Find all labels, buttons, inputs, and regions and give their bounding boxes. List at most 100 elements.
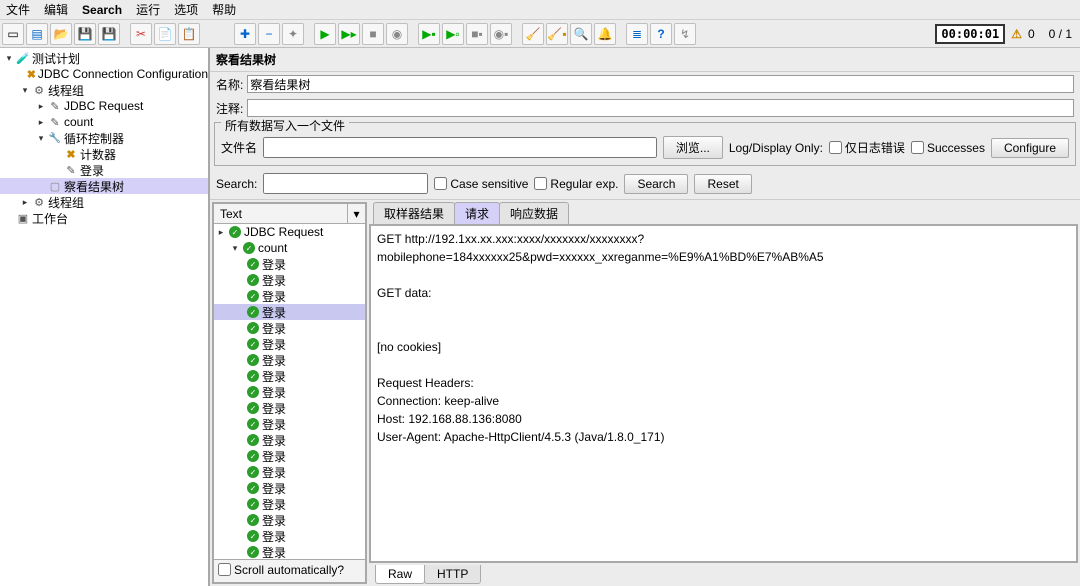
search-input[interactable] <box>263 173 428 194</box>
shutdown-button[interactable]: ◉ <box>386 23 408 45</box>
result-parent[interactable]: ▸✓JDBC Request <box>214 224 365 240</box>
errors-only-checkbox[interactable]: 仅日志错误 <box>829 139 905 156</box>
heap-dump-button[interactable]: ↯ <box>674 23 696 45</box>
tree-node[interactable]: 工作台 <box>0 210 208 226</box>
scroll-auto-checkbox[interactable]: Scroll automatically? <box>218 563 344 577</box>
expand-button[interactable]: ✚ <box>234 23 256 45</box>
tree-toggle[interactable]: ▸ <box>20 197 30 208</box>
templates-button[interactable]: ▤ <box>26 23 48 45</box>
tree-node[interactable]: ▾循环控制器 <box>0 130 208 146</box>
function-helper-button[interactable]: ≣ <box>626 23 648 45</box>
test-plan-tree[interactable]: ▾ 测试计划JDBC Connection Configuration▾线程组▸J… <box>0 48 210 586</box>
tree-toggle[interactable]: ▸ <box>36 117 46 128</box>
tree-label: 测试计划 <box>32 50 80 67</box>
detail-tab[interactable]: 取样器结果 <box>373 202 455 224</box>
tree-toggle[interactable]: ▾ <box>20 85 30 96</box>
save-button[interactable]: 💾 <box>74 23 96 45</box>
name-input[interactable] <box>247 75 1074 93</box>
toggle-button[interactable]: ✦ <box>282 23 304 45</box>
results-body[interactable]: ▸✓JDBC Request▾✓count✓登录✓登录✓登录✓登录✓登录✓登录✓… <box>214 224 365 559</box>
result-item[interactable]: ✓登录 <box>214 256 365 272</box>
menu-file[interactable]: 文件 <box>6 1 30 18</box>
flask-icon <box>16 51 30 65</box>
detail-tab[interactable]: 请求 <box>454 202 500 224</box>
result-item[interactable]: ✓登录 <box>214 432 365 448</box>
successes-checkbox[interactable]: Successes <box>911 141 985 155</box>
result-item[interactable]: ✓登录 <box>214 352 365 368</box>
result-item[interactable]: ✓登录 <box>214 544 365 559</box>
regex-checkbox[interactable]: Regular exp. <box>534 177 618 191</box>
result-item[interactable]: ✓登录 <box>214 304 365 320</box>
cut-button[interactable]: ✂ <box>130 23 152 45</box>
tree-node[interactable]: ▾ 测试计划 <box>0 50 208 66</box>
copy-button[interactable]: 📄 <box>154 23 176 45</box>
result-item[interactable]: ✓登录 <box>214 272 365 288</box>
start-button[interactable]: ▶ <box>314 23 336 45</box>
case-sensitive-checkbox[interactable]: Case sensitive <box>434 177 528 191</box>
search-label: Search: <box>216 177 257 191</box>
tree-node[interactable]: 登录 <box>0 162 208 178</box>
remote-start-all-button[interactable]: ▶▫ <box>442 23 464 45</box>
menu-options[interactable]: 选项 <box>174 1 198 18</box>
save-as-button[interactable]: 💾 <box>98 23 120 45</box>
detail-tab[interactable]: 响应数据 <box>499 202 569 224</box>
menu-help[interactable]: 帮助 <box>212 1 236 18</box>
comment-input[interactable] <box>247 99 1074 117</box>
tree-toggle[interactable]: ▾ <box>4 53 14 64</box>
result-item[interactable]: ✓登录 <box>214 320 365 336</box>
remote-stop-button[interactable]: ■▪ <box>466 23 488 45</box>
result-item[interactable]: ✓登录 <box>214 528 365 544</box>
menu-search[interactable]: Search <box>82 3 122 17</box>
tree-node[interactable]: ▸JDBC Request <box>0 98 208 114</box>
clear-button[interactable]: 🧹 <box>522 23 544 45</box>
result-toggle[interactable]: ▸ <box>216 227 226 238</box>
result-item[interactable]: ✓登录 <box>214 448 365 464</box>
tree-node[interactable]: 察看结果树 <box>0 178 208 194</box>
configure-button[interactable]: Configure <box>991 138 1069 158</box>
reset-search-button[interactable]: 🔔 <box>594 23 616 45</box>
new-button[interactable]: ▭ <box>2 23 24 45</box>
result-item[interactable]: ✓登录 <box>214 288 365 304</box>
remote-start-button[interactable]: ▶▪ <box>418 23 440 45</box>
tree-node[interactable]: JDBC Connection Configuration <box>0 66 208 82</box>
menu-run[interactable]: 运行 <box>136 1 160 18</box>
clear-all-button[interactable]: 🧹▪ <box>546 23 568 45</box>
do-search-button[interactable]: Search <box>624 174 688 194</box>
result-parent[interactable]: ▾✓count <box>214 240 365 256</box>
tree-node[interactable]: ▸线程组 <box>0 194 208 210</box>
result-item[interactable]: ✓登录 <box>214 496 365 512</box>
menu-edit[interactable]: 编辑 <box>44 1 68 18</box>
start-no-timers-button[interactable]: ▶▸ <box>338 23 360 45</box>
result-item[interactable]: ✓登录 <box>214 336 365 352</box>
tree-toggle[interactable]: ▸ <box>36 101 46 112</box>
search-button[interactable]: 🔍 <box>570 23 592 45</box>
counter-icon <box>64 147 78 161</box>
result-item[interactable]: ✓登录 <box>214 480 365 496</box>
comment-label: 注释: <box>216 100 243 117</box>
filename-input[interactable] <box>263 137 657 158</box>
success-icon: ✓ <box>247 434 259 446</box>
tree-node[interactable]: ▾线程组 <box>0 82 208 98</box>
result-item[interactable]: ✓登录 <box>214 384 365 400</box>
paste-button[interactable]: 📋 <box>178 23 200 45</box>
result-item[interactable]: ✓登录 <box>214 416 365 432</box>
request-detail[interactable]: GET http://192.1xx.xx.xxx:xxxx/xxxxxxx/x… <box>369 225 1078 563</box>
open-button[interactable]: 📂 <box>50 23 72 45</box>
result-toggle[interactable]: ▾ <box>230 243 240 254</box>
collapse-button[interactable]: − <box>258 23 280 45</box>
stop-button[interactable]: ■ <box>362 23 384 45</box>
browse-button[interactable]: 浏览... <box>663 136 723 159</box>
result-item[interactable]: ✓登录 <box>214 368 365 384</box>
remote-shutdown-button[interactable]: ◉▪ <box>490 23 512 45</box>
reset-button[interactable]: Reset <box>694 174 751 194</box>
result-item[interactable]: ✓登录 <box>214 464 365 480</box>
result-item[interactable]: ✓登录 <box>214 512 365 528</box>
result-item[interactable]: ✓登录 <box>214 400 365 416</box>
tree-node[interactable]: 计数器 <box>0 146 208 162</box>
help-button[interactable]: ? <box>650 23 672 45</box>
tree-toggle[interactable]: ▾ <box>36 133 46 144</box>
tree-node[interactable]: ▸count <box>0 114 208 130</box>
view-tab[interactable]: Raw <box>375 565 425 584</box>
renderer-dropdown[interactable]: ▾ <box>347 204 365 223</box>
view-tab[interactable]: HTTP <box>424 565 481 584</box>
